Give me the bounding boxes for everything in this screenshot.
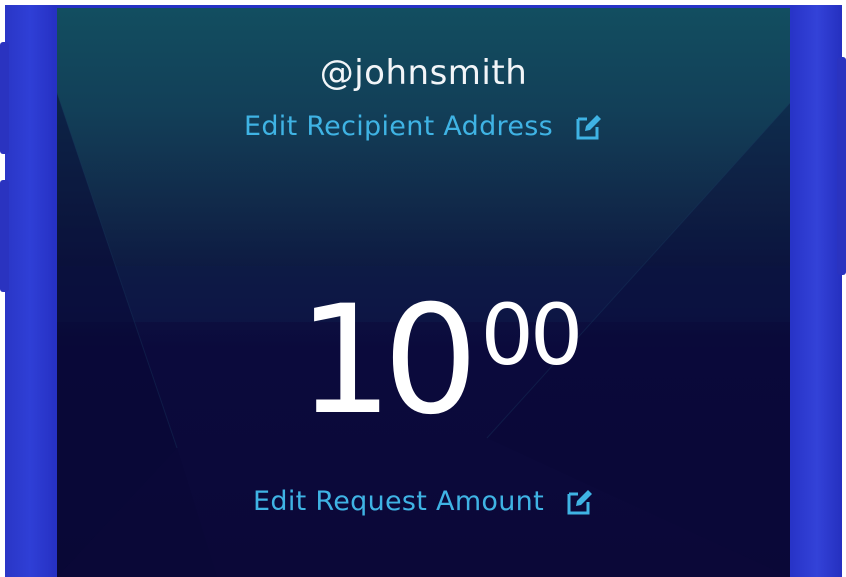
edit-square-icon[interactable] — [575, 113, 603, 141]
request-amount: 10 00 — [57, 276, 790, 446]
phone-mockup: @johnsmith Edit Recipient Address 10 00 … — [0, 0, 846, 577]
recipient-handle: @johnsmith — [319, 53, 528, 93]
edit-request-amount-label: Edit Request Amount — [253, 486, 544, 517]
amount-cents: 00 — [480, 286, 583, 384]
volume-up-button — [0, 42, 9, 154]
edit-square-icon[interactable] — [566, 488, 594, 516]
amount-whole: 10 — [297, 274, 479, 448]
edit-recipient-address-link[interactable]: Edit Recipient Address — [57, 111, 790, 142]
request-screen: @johnsmith Edit Recipient Address 10 00 … — [57, 8, 790, 577]
edit-recipient-address-label: Edit Recipient Address — [243, 111, 554, 142]
edit-request-amount-link[interactable]: Edit Request Amount — [57, 486, 790, 517]
power-button — [837, 57, 846, 275]
volume-down-button — [0, 180, 9, 292]
